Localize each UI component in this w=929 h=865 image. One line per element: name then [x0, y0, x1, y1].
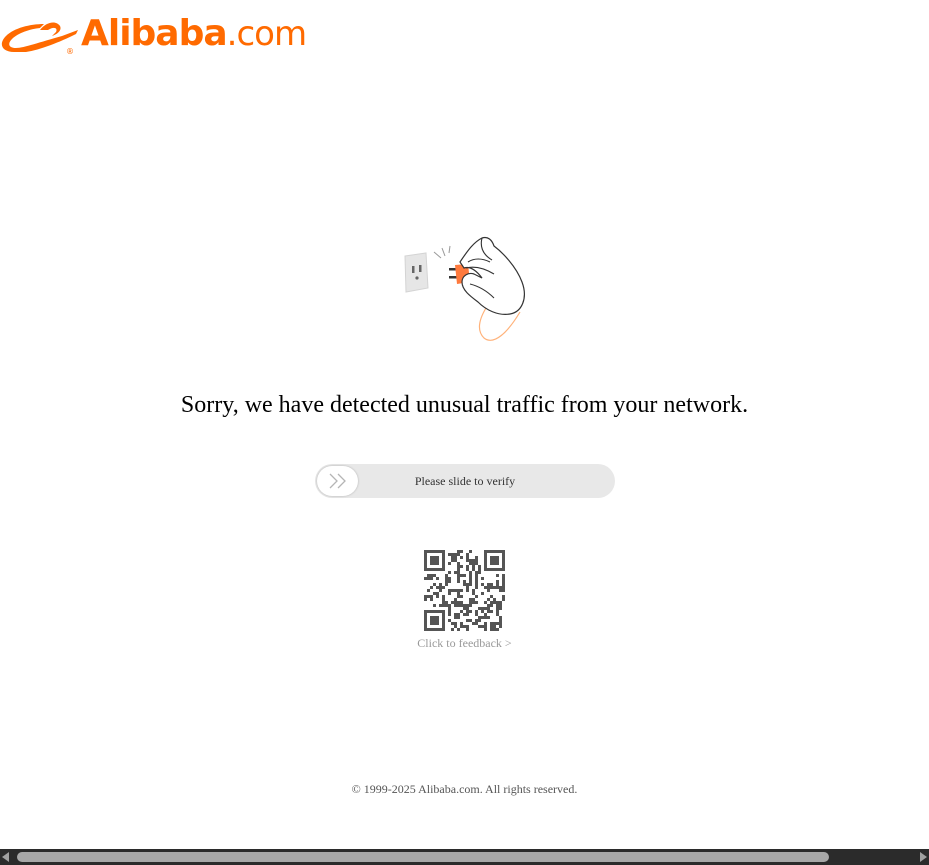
scrollbar-thumb[interactable]	[17, 852, 829, 862]
unusual-traffic-message: Sorry, we have detected unusual traffic …	[180, 392, 749, 418]
qr-code-icon[interactable]	[424, 550, 505, 631]
registered-mark: ®	[66, 47, 74, 56]
horizontal-scrollbar[interactable]	[0, 849, 929, 865]
unplugged-icon	[404, 236, 525, 341]
logo-wordmark: Alibaba .com	[81, 12, 307, 56]
alibaba-logo[interactable]: ® Alibaba .com	[0, 12, 307, 56]
slider-handle[interactable]	[317, 466, 358, 496]
double-chevron-right-icon	[329, 473, 346, 489]
feedback-link[interactable]: Click to feedback >	[0, 635, 929, 651]
logo-brand: Alibaba	[81, 13, 228, 54]
alibaba-logo-mark-icon: ®	[1, 22, 78, 56]
scroll-left-arrow-icon[interactable]	[2, 852, 9, 862]
slide-to-verify-slider[interactable]: Please slide to verify	[315, 464, 615, 498]
scroll-right-arrow-icon[interactable]	[920, 852, 927, 862]
verification-page: ® Alibaba .com Sorry, we have detected un…	[0, 0, 929, 865]
copyright-text: © 1999-2025 Alibaba.com. All rights rese…	[351, 782, 578, 796]
logo-tld: .com	[226, 14, 307, 54]
slider-label: Please slide to verify	[414, 474, 516, 488]
